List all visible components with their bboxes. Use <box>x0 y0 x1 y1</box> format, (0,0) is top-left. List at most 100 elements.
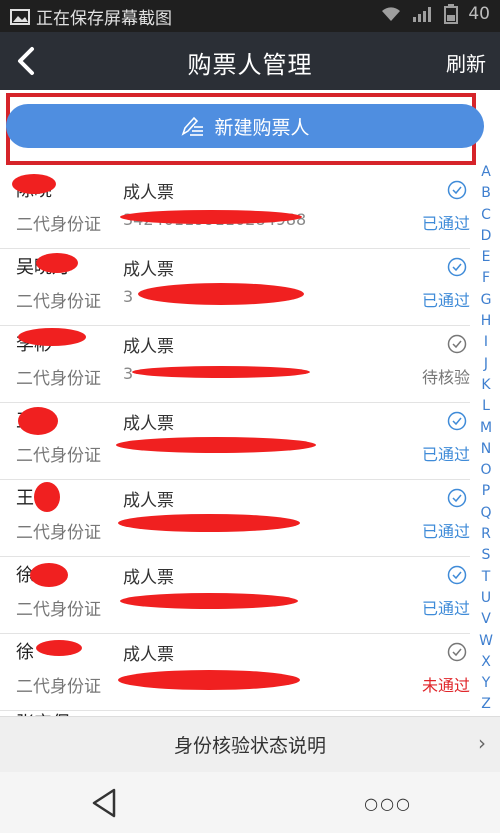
index-letter[interactable]: B <box>481 183 491 204</box>
redaction-mark <box>120 593 298 609</box>
list-item[interactable]: 王 成人票 二代身份证 已通过 <box>0 403 470 480</box>
id-number: 3 <box>123 287 134 306</box>
index-letter[interactable]: Z <box>481 694 491 715</box>
redaction-mark <box>34 482 60 512</box>
index-letter[interactable]: F <box>482 268 490 289</box>
check-circle-icon <box>447 411 467 431</box>
list-item[interactable]: 李彬 成人票 二代身份证 3 待核验 <box>0 326 470 403</box>
list-item[interactable]: 徐 成人票 二代身份证 已通过 <box>0 557 470 634</box>
redaction-mark <box>132 366 310 378</box>
app-header: 购票人管理 刷新 <box>0 32 500 90</box>
index-letter[interactable]: W <box>479 631 493 652</box>
page-title: 购票人管理 <box>187 51 313 79</box>
status-icons: 40 <box>380 4 490 24</box>
chevron-right-icon: › <box>478 731 486 755</box>
redaction-mark <box>138 283 304 305</box>
status-badge: 已通过 <box>421 445 470 464</box>
id-type: 二代身份证 <box>16 292 101 312</box>
index-letter[interactable]: M <box>480 418 492 439</box>
status-badge: 已通过 <box>421 599 470 618</box>
index-letter[interactable]: C <box>481 205 491 226</box>
ticket-type: 成人票 <box>123 645 174 665</box>
passenger-name: 徐 <box>16 642 34 663</box>
ticket-type: 成人票 <box>123 260 174 280</box>
index-letter[interactable]: S <box>482 545 491 566</box>
ticket-type: 成人票 <box>123 414 174 434</box>
redaction-mark <box>116 437 316 453</box>
status-bar: 正在保存屏幕截图 40 <box>0 0 500 32</box>
redaction-mark <box>12 174 56 194</box>
index-letter[interactable]: V <box>481 609 491 630</box>
alphabet-index[interactable]: A B C D E F G H I J K L M N O P Q R S T … <box>476 162 496 716</box>
new-passenger-label: 新建购票人 <box>214 116 310 139</box>
id-number: 3 <box>123 364 134 383</box>
signal-icon <box>413 7 432 22</box>
id-type: 二代身份证 <box>16 446 101 466</box>
list-item[interactable]: 陈晓 成人票 二代身份证 342401199110284988 已通过 <box>0 172 470 249</box>
ticket-type: 成人票 <box>123 183 174 203</box>
check-circle-icon <box>447 642 467 662</box>
index-letter[interactable]: E <box>482 247 491 268</box>
index-letter[interactable]: K <box>481 375 490 396</box>
ticket-type: 成人票 <box>123 337 174 357</box>
verification-info-bar[interactable]: 身份核验状态说明 › <box>0 716 500 773</box>
redaction-mark <box>118 514 300 532</box>
status-badge: 待核验 <box>421 368 470 387</box>
index-letter[interactable]: T <box>482 567 491 588</box>
status-badge: 未通过 <box>421 676 470 695</box>
id-type: 二代身份证 <box>16 600 101 620</box>
new-passenger-button[interactable]: 新建购票人 <box>6 104 484 148</box>
wifi-icon <box>382 7 401 21</box>
index-letter[interactable]: N <box>481 439 491 460</box>
redaction-mark <box>118 670 300 690</box>
index-letter[interactable]: X <box>481 652 491 673</box>
index-letter[interactable]: A <box>481 162 491 183</box>
status-badge: 已通过 <box>421 522 470 541</box>
index-letter[interactable]: L <box>482 396 490 417</box>
refresh-button[interactable]: 刷新 <box>446 48 486 77</box>
index-letter[interactable]: Y <box>482 673 491 694</box>
redaction-mark <box>30 563 68 587</box>
redaction-mark <box>120 210 302 224</box>
id-type: 二代身份证 <box>16 677 101 697</box>
ticket-type: 成人票 <box>123 491 174 511</box>
check-circle-icon <box>447 257 467 277</box>
check-circle-icon <box>447 180 467 200</box>
index-letter[interactable]: G <box>481 290 492 311</box>
nav-back-icon[interactable] <box>88 786 122 820</box>
id-type: 二代身份证 <box>16 523 101 543</box>
index-letter[interactable]: P <box>482 481 490 502</box>
ticket-type: 成人票 <box>123 568 174 588</box>
id-type: 二代身份证 <box>16 215 101 235</box>
verification-info-label: 身份核验状态说明 <box>173 735 326 757</box>
id-type: 二代身份证 <box>16 369 101 389</box>
notification-text: 正在保存屏幕截图 <box>36 9 172 29</box>
list-item[interactable]: 王 成人票 二代身份证 已通过 <box>0 480 470 557</box>
redaction-mark <box>36 640 82 656</box>
passenger-name: 王 <box>16 488 34 509</box>
check-circle-icon <box>447 565 467 585</box>
redaction-mark <box>36 253 78 273</box>
index-letter[interactable]: R <box>481 524 491 545</box>
index-letter[interactable]: I <box>484 332 488 353</box>
index-letter[interactable]: H <box>481 311 492 332</box>
redaction-mark <box>18 328 86 346</box>
index-letter[interactable]: Q <box>480 503 491 524</box>
status-badge: 已通过 <box>421 214 470 233</box>
check-circle-icon <box>447 488 467 508</box>
edit-icon <box>182 116 204 136</box>
index-letter[interactable]: U <box>481 588 491 609</box>
image-icon <box>10 8 30 25</box>
status-badge: 已通过 <box>421 291 470 310</box>
battery-icon <box>444 4 459 24</box>
system-nav-bar: ○○○ <box>0 772 500 833</box>
screenshot-notification: 正在保存屏幕截图 <box>10 4 172 29</box>
battery-level: 40 <box>468 4 490 24</box>
index-letter[interactable]: D <box>481 226 492 247</box>
more-icon[interactable]: ○○○ <box>364 794 412 813</box>
list-item[interactable]: 吴晓月 成人票 二代身份证 3 已通过 <box>0 249 470 326</box>
redaction-mark <box>18 407 58 435</box>
index-letter[interactable]: J <box>484 354 488 375</box>
index-letter[interactable]: O <box>480 460 491 481</box>
list-item[interactable]: 徐 成人票 二代身份证 未通过 <box>0 634 470 711</box>
